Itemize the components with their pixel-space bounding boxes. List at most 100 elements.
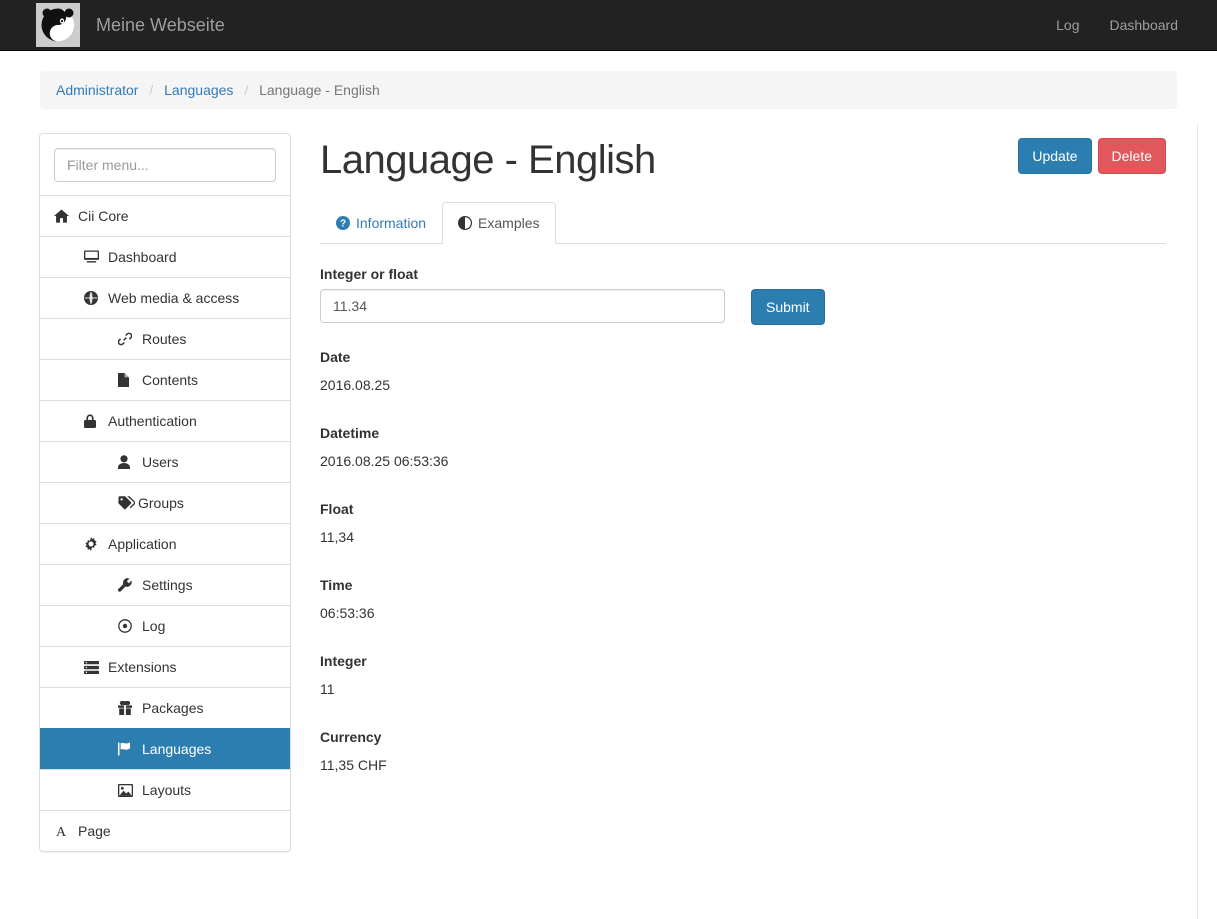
navbar-link-log[interactable]: Log (1041, 0, 1094, 51)
breadcrumb-separator: / (149, 82, 154, 98)
integer-or-float-input[interactable] (320, 289, 725, 323)
sidebar-item-label: Groups (138, 495, 184, 511)
navbar-links: Log Dashboard (1041, 0, 1193, 51)
action-buttons: Update Delete (1018, 138, 1166, 174)
data-block-datetime: Datetime 2016.08.25 06:53:36 (320, 423, 757, 471)
sidebar-item-label: Log (142, 618, 166, 634)
flag-icon (118, 742, 136, 756)
sidebar-item-cii-core[interactable]: Cii Core (40, 195, 290, 236)
sidebar-item-page[interactable]: A Page (40, 810, 290, 851)
sidebar-item-web-media-access[interactable]: Web media & access (40, 277, 290, 318)
data-label: Time (320, 577, 353, 593)
data-label: Date (320, 349, 351, 365)
data-block-integer: Integer 11 (320, 651, 757, 699)
examples-right-column: Time 06:53:36 Integer 11 Currency 11,35 … (320, 575, 757, 803)
data-value: 06:53:36 (320, 605, 375, 621)
breadcrumb-separator: / (244, 82, 249, 98)
font-icon: A (54, 824, 72, 838)
data-block-time: Time 06:53:36 (320, 575, 757, 623)
data-value: 2016.08.25 (320, 377, 391, 393)
data-block-float: Float 11,34 (320, 499, 757, 547)
examples-data-grid: Date 2016.08.25 Datetime 2016.08.25 06:5… (320, 347, 1166, 803)
content-row: Cii Core Dashboard Web media & access (0, 133, 1197, 852)
data-value: 2016.08.25 06:53:36 (320, 453, 449, 469)
page-title: Language - English (320, 138, 656, 182)
sidebar-item-label: Page (78, 823, 111, 839)
data-block-date: Date 2016.08.25 (320, 347, 757, 395)
navbar-link-dashboard[interactable]: Dashboard (1095, 0, 1194, 51)
sidebar-item-settings[interactable]: Settings (40, 564, 290, 605)
user-icon (118, 455, 136, 469)
filter-menu-input[interactable] (54, 148, 276, 182)
sidebar-item-label: Layouts (142, 782, 192, 798)
gift-icon (118, 701, 136, 715)
sidebar-item-application[interactable]: Application (40, 523, 290, 564)
sidebar-item-label: Packages (142, 700, 204, 716)
sidebar-item-label: Cii Core (78, 208, 129, 224)
panda-logo-icon (36, 3, 80, 47)
integer-or-float-label: Integer or float (320, 266, 419, 282)
sidebar-item-routes[interactable]: Routes (40, 318, 290, 359)
gear-icon (84, 537, 102, 551)
link-icon (118, 332, 136, 346)
sidebar-panel: Cii Core Dashboard Web media & access (39, 133, 291, 852)
home-icon (54, 209, 72, 223)
sidebar-item-dashboard[interactable]: Dashboard (40, 236, 290, 277)
submit-button[interactable]: Submit (751, 289, 825, 325)
data-value: 11,35 CHF (320, 757, 387, 773)
sidebar-item-label: Application (108, 536, 177, 552)
form-row: Submit (320, 289, 1166, 325)
page-container: Administrator / Languages / Language - E… (0, 71, 1217, 919)
data-label: Integer (320, 653, 367, 669)
sidebar-item-label: Authentication (108, 413, 197, 429)
question-circle-icon: ? (336, 216, 350, 230)
globe-icon (84, 291, 102, 305)
breadcrumb-item-administrator[interactable]: Administrator (56, 82, 138, 98)
sidebar-item-packages[interactable]: Packages (40, 687, 290, 728)
wrench-icon (118, 578, 136, 592)
data-value: 11,34 (320, 529, 354, 545)
sidebar-item-label: Settings (142, 577, 193, 593)
data-block-currency: Currency 11,35 CHF (320, 727, 757, 775)
tab-information[interactable]: ? Information (320, 202, 442, 244)
tags-icon (118, 496, 138, 510)
sidebar-item-contents[interactable]: Contents (40, 359, 290, 400)
sidebar-item-languages[interactable]: Languages (40, 728, 290, 769)
sidebar-item-layouts[interactable]: Layouts (40, 769, 290, 810)
lock-icon (84, 414, 102, 428)
tab-label: Information (356, 215, 427, 231)
adjust-icon (458, 216, 473, 230)
examples-left-column: Date 2016.08.25 Datetime 2016.08.25 06:5… (320, 347, 757, 575)
tab-examples[interactable]: Examples (442, 202, 556, 244)
page-header: Language - English Update Delete (320, 133, 1166, 182)
sidebar-item-label: Web media & access (108, 290, 240, 306)
sidebar-filter-wrap (40, 134, 290, 195)
sidebar-item-users[interactable]: Users (40, 441, 290, 482)
svg-text:A: A (56, 825, 67, 838)
data-label: Datetime (320, 425, 380, 441)
sidebar-item-extensions[interactable]: Extensions (40, 646, 290, 687)
desktop-icon (84, 250, 102, 264)
file-icon (118, 373, 136, 387)
update-button[interactable]: Update (1018, 138, 1092, 174)
tab-label: Examples (478, 215, 540, 231)
breadcrumb-item-languages[interactable]: Languages (164, 82, 233, 98)
delete-button[interactable]: Delete (1097, 138, 1166, 174)
circle-dot-icon (118, 619, 136, 633)
sidebar-item-label: Extensions (108, 659, 177, 675)
page-right-gutter (1197, 123, 1217, 919)
sidebar-column: Cii Core Dashboard Web media & access (24, 133, 306, 852)
sidebar-item-authentication[interactable]: Authentication (40, 400, 290, 441)
data-label: Currency (320, 729, 382, 745)
brand-title: Meine Webseite (96, 15, 225, 35)
sidebar-item-groups[interactable]: Groups (40, 482, 290, 523)
sidebar-item-log[interactable]: Log (40, 605, 290, 646)
main-column: Language - English Update Delete ? Infor… (306, 133, 1181, 852)
tab-bar: ? Information Examples (320, 202, 1166, 244)
sidebar-item-label: Routes (142, 331, 187, 347)
sidebar-item-label: Users (142, 454, 179, 470)
tab-panel-examples: Integer or float Submit Date 2016.08.25 … (320, 244, 1166, 803)
data-value: 11 (320, 681, 335, 697)
sidebar-item-label: Dashboard (108, 249, 177, 265)
navbar-brand[interactable]: Meine Webseite (36, 3, 225, 47)
